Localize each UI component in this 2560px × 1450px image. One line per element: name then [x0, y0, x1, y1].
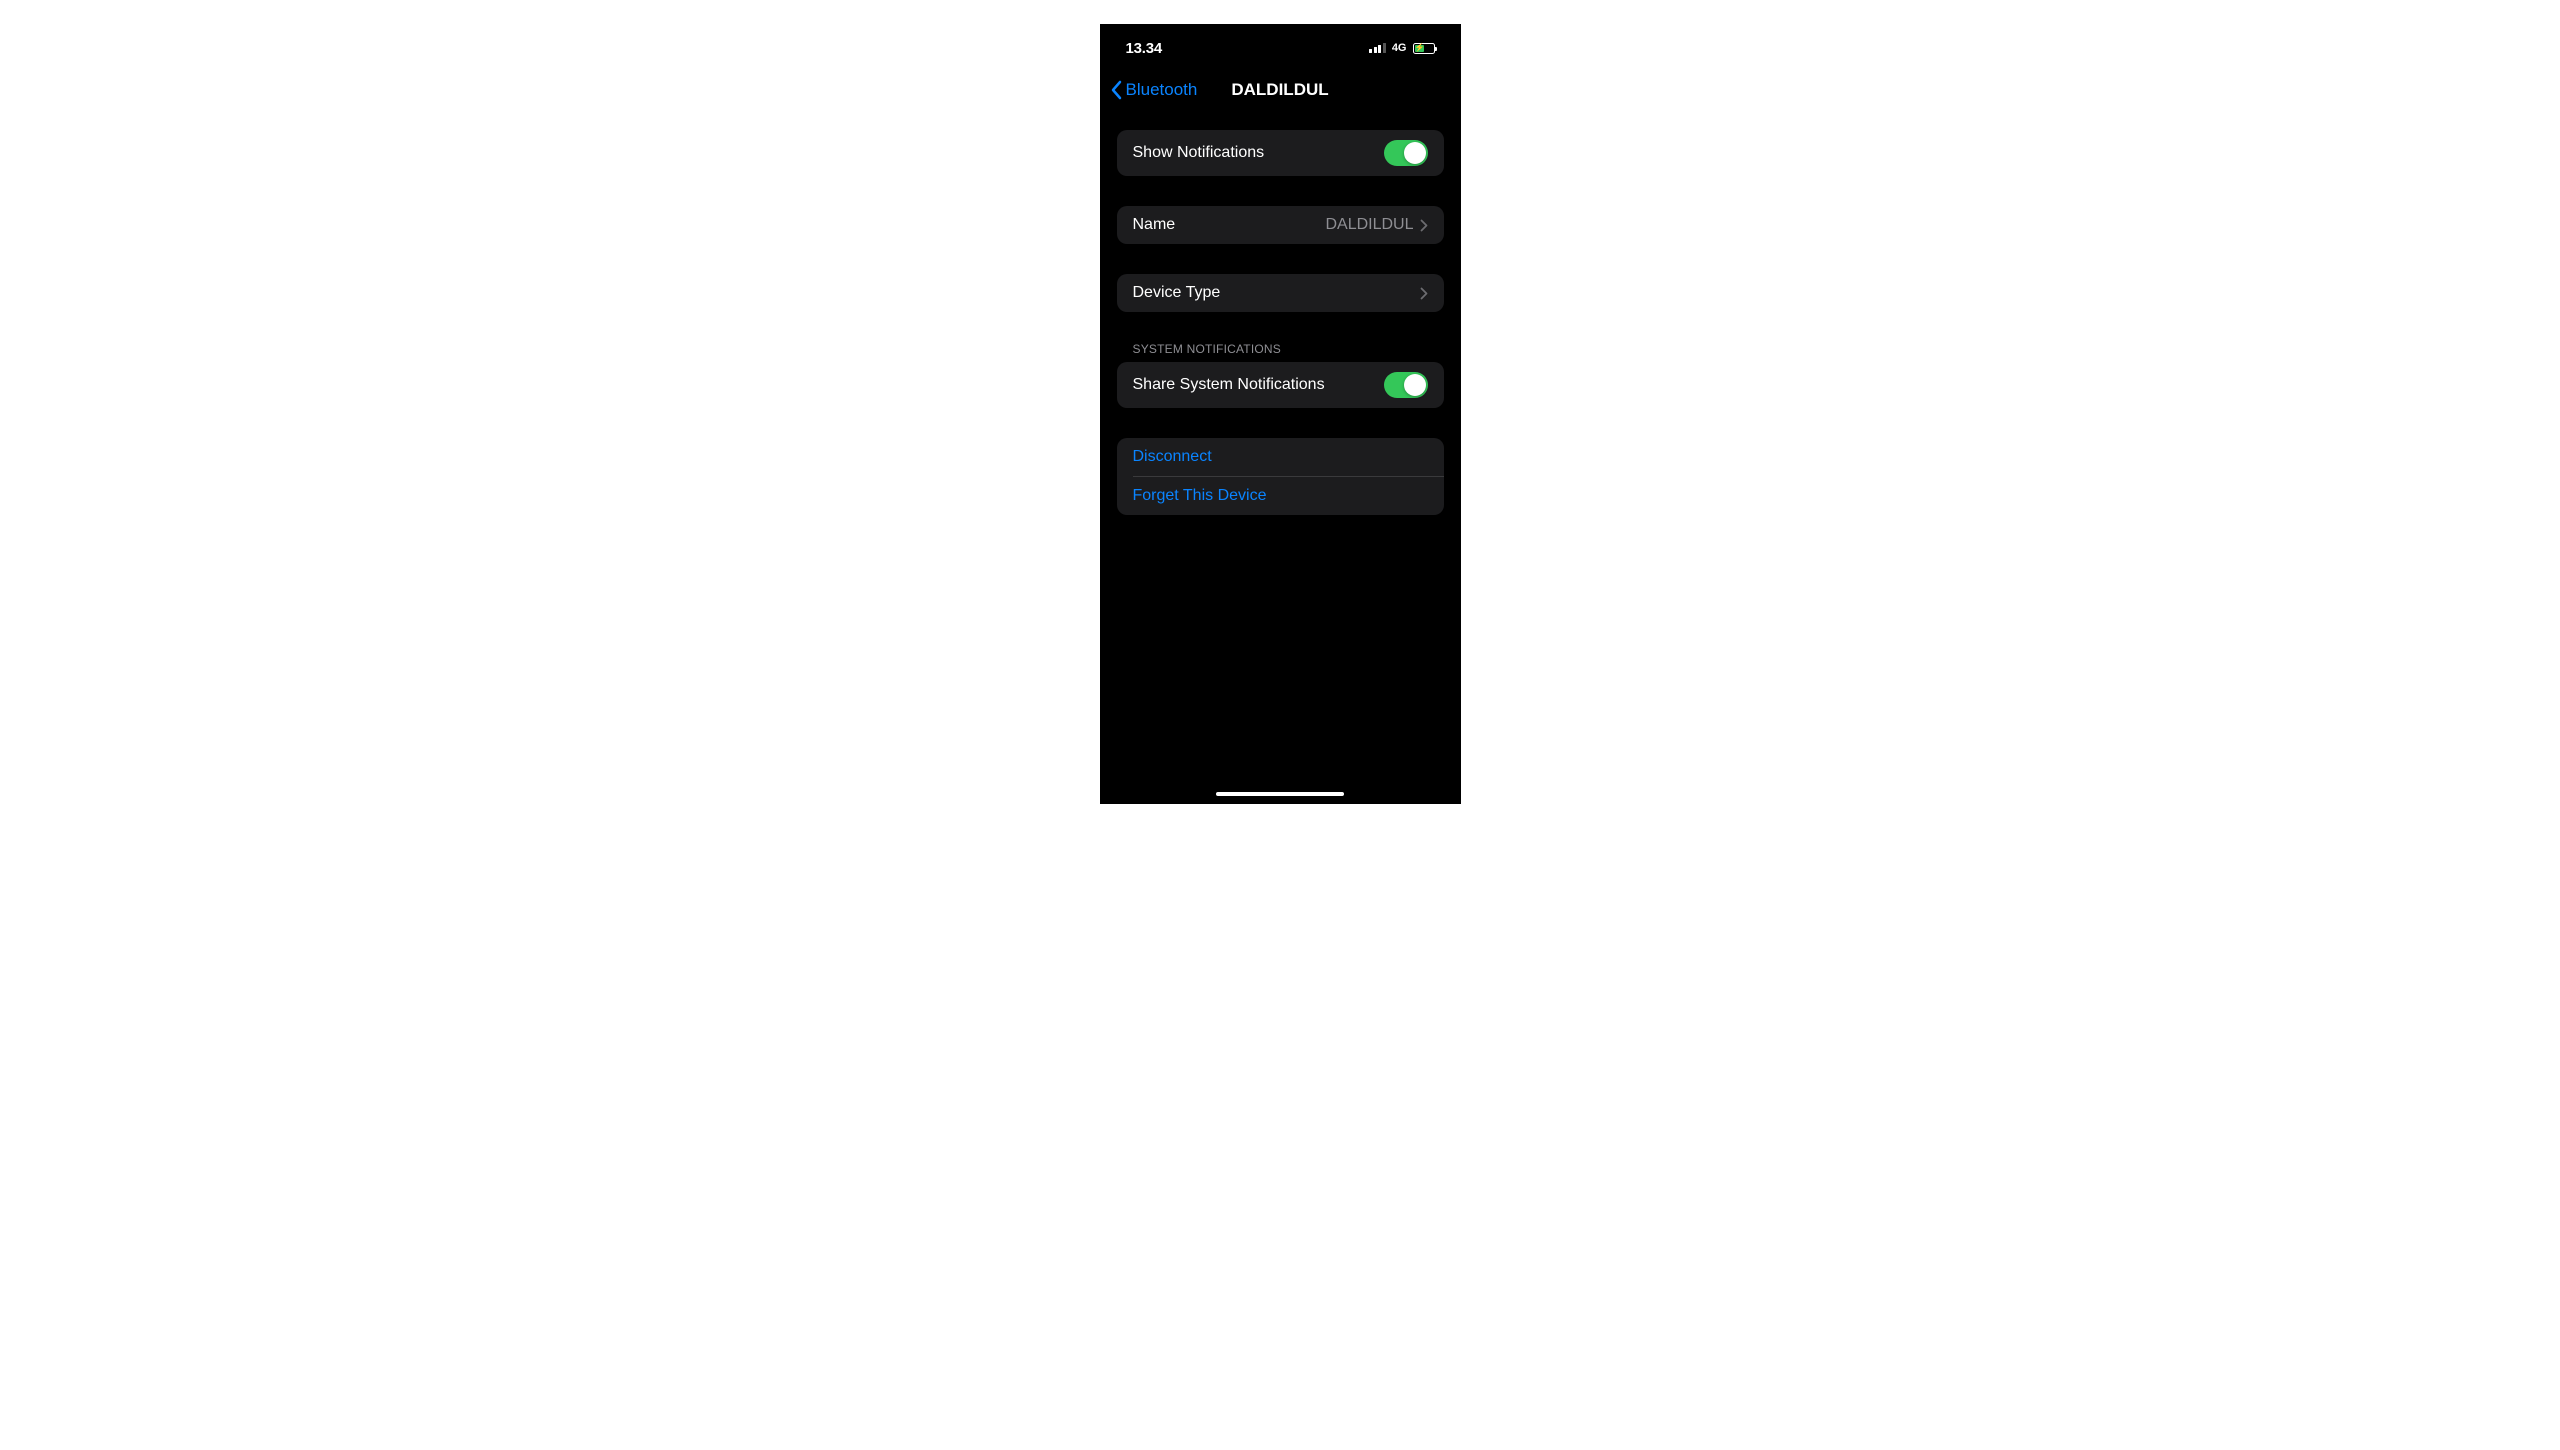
section-device-type: Device Type — [1117, 274, 1444, 312]
section-name: Name DALDILDUL — [1117, 206, 1444, 244]
page-title: DALDILDUL — [1231, 80, 1328, 100]
home-indicator[interactable] — [1216, 792, 1344, 796]
back-label: Bluetooth — [1126, 80, 1198, 100]
forget-device-button[interactable]: Forget This Device — [1133, 476, 1444, 515]
show-notifications-toggle[interactable] — [1384, 140, 1428, 166]
row-name[interactable]: Name DALDILDUL — [1117, 206, 1444, 244]
chevron-right-icon — [1420, 287, 1428, 300]
share-system-notifications-label: Share System Notifications — [1133, 376, 1325, 394]
device-type-label: Device Type — [1133, 284, 1221, 302]
show-notifications-label: Show Notifications — [1133, 144, 1265, 162]
navigation-bar: Bluetooth DALDILDUL — [1100, 68, 1461, 112]
system-notifications-header: System Notifications — [1117, 342, 1444, 362]
battery-icon: ⚡ — [1413, 43, 1435, 54]
name-value-group: DALDILDUL — [1325, 216, 1427, 234]
row-device-type[interactable]: Device Type — [1117, 274, 1444, 312]
charging-icon: ⚡ — [1414, 44, 1424, 52]
name-value: DALDILDUL — [1325, 216, 1413, 234]
disconnect-label: Disconnect — [1133, 448, 1212, 466]
disconnect-button[interactable]: Disconnect — [1117, 438, 1444, 476]
settings-content: Show Notifications Name DALDILDUL — [1100, 130, 1461, 515]
section-actions: Disconnect Forget This Device — [1117, 438, 1444, 515]
status-time: 13.34 — [1126, 40, 1163, 57]
forget-device-label: Forget This Device — [1133, 487, 1267, 505]
row-show-notifications[interactable]: Show Notifications — [1117, 130, 1444, 176]
device-type-chevron-wrap — [1420, 287, 1428, 300]
chevron-left-icon — [1110, 80, 1122, 100]
cellular-signal-icon — [1369, 43, 1386, 53]
chevron-right-icon — [1420, 219, 1428, 232]
network-type: 4G — [1392, 42, 1407, 54]
phone-screen: 13.34 4G ⚡ Bluetooth DALDILDUL — [1100, 24, 1461, 804]
section-show-notifications: Show Notifications — [1117, 130, 1444, 176]
row-share-system-notifications[interactable]: Share System Notifications — [1117, 362, 1444, 408]
status-bar: 13.34 4G ⚡ — [1100, 24, 1461, 62]
share-system-notifications-toggle[interactable] — [1384, 372, 1428, 398]
back-button[interactable]: Bluetooth — [1100, 80, 1198, 100]
status-right: 4G ⚡ — [1369, 42, 1434, 54]
section-system-notifications: Share System Notifications — [1117, 362, 1444, 408]
name-label: Name — [1133, 216, 1176, 234]
